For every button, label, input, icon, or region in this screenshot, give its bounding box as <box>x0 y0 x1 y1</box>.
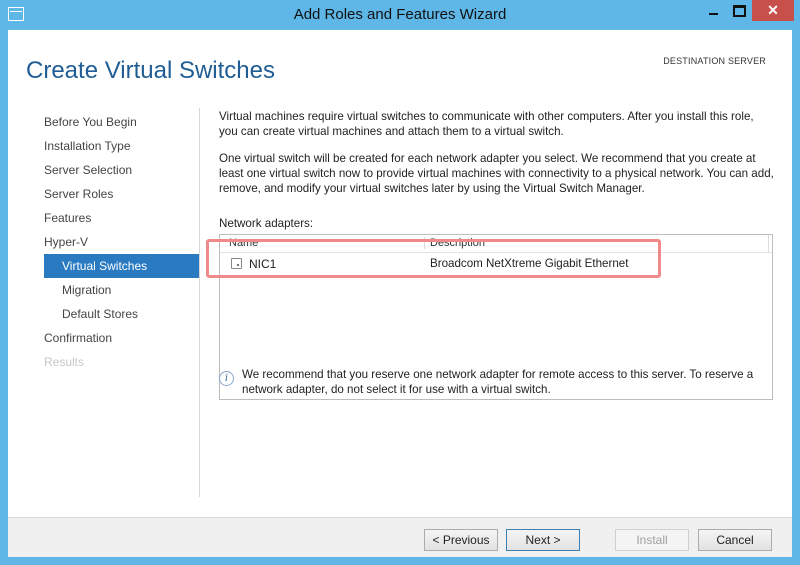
nav-divider <box>199 108 200 497</box>
wizard-footer: < Previous Next > Install Cancel <box>8 517 792 557</box>
info-text: We recommend that you reserve one networ… <box>242 368 754 396</box>
network-adapters-label: Network adapters: <box>219 217 314 230</box>
install-button: Install <box>615 529 689 551</box>
destination-server-label: DESTINATION SERVER <box>663 56 766 66</box>
minimize-button[interactable] <box>700 0 726 21</box>
column-separator <box>768 235 769 252</box>
cancel-button[interactable]: Cancel <box>698 529 772 551</box>
intro-paragraph: Virtual machines require virtual switche… <box>219 110 754 138</box>
close-button[interactable]: ✕ <box>752 0 794 21</box>
wizard-client-area: Create Virtual Switches DESTINATION SERV… <box>8 30 792 557</box>
info-icon: i <box>219 371 234 386</box>
nav-item-virtual-switches[interactable]: Virtual Switches <box>44 254 200 278</box>
nav-item-default-stores[interactable]: Default Stores <box>44 302 200 326</box>
nav-item-hyper-v[interactable]: Hyper-V <box>44 230 200 254</box>
previous-button[interactable]: < Previous <box>424 529 498 551</box>
minimize-icon <box>708 13 718 16</box>
recommendation-paragraph: One virtual switch will be created for e… <box>219 152 774 195</box>
highlight-box <box>206 239 661 278</box>
title-bar[interactable]: Add Roles and Features Wizard ✕ <box>0 0 800 30</box>
page-title: Create Virtual Switches <box>26 57 275 84</box>
next-button[interactable]: Next > <box>506 529 580 551</box>
nav-item-results: Results <box>44 355 85 369</box>
nav-item-server-roles[interactable]: Server Roles <box>44 182 200 206</box>
wizard-window: Add Roles and Features Wizard ✕ Create V… <box>0 0 800 565</box>
nav-item-features[interactable]: Features <box>44 206 200 230</box>
window-title: Add Roles and Features Wizard <box>293 6 507 23</box>
nav-item-installation-type[interactable]: Installation Type <box>44 134 200 158</box>
nav-item-server-selection[interactable]: Server Selection <box>44 158 200 182</box>
nav-item-migration[interactable]: Migration <box>44 278 200 302</box>
nav-item-before-you-begin[interactable]: Before You Begin <box>44 110 200 134</box>
maximize-button[interactable] <box>726 0 752 21</box>
maximize-icon <box>732 5 746 18</box>
nav-item-confirmation[interactable]: Confirmation <box>44 326 200 350</box>
